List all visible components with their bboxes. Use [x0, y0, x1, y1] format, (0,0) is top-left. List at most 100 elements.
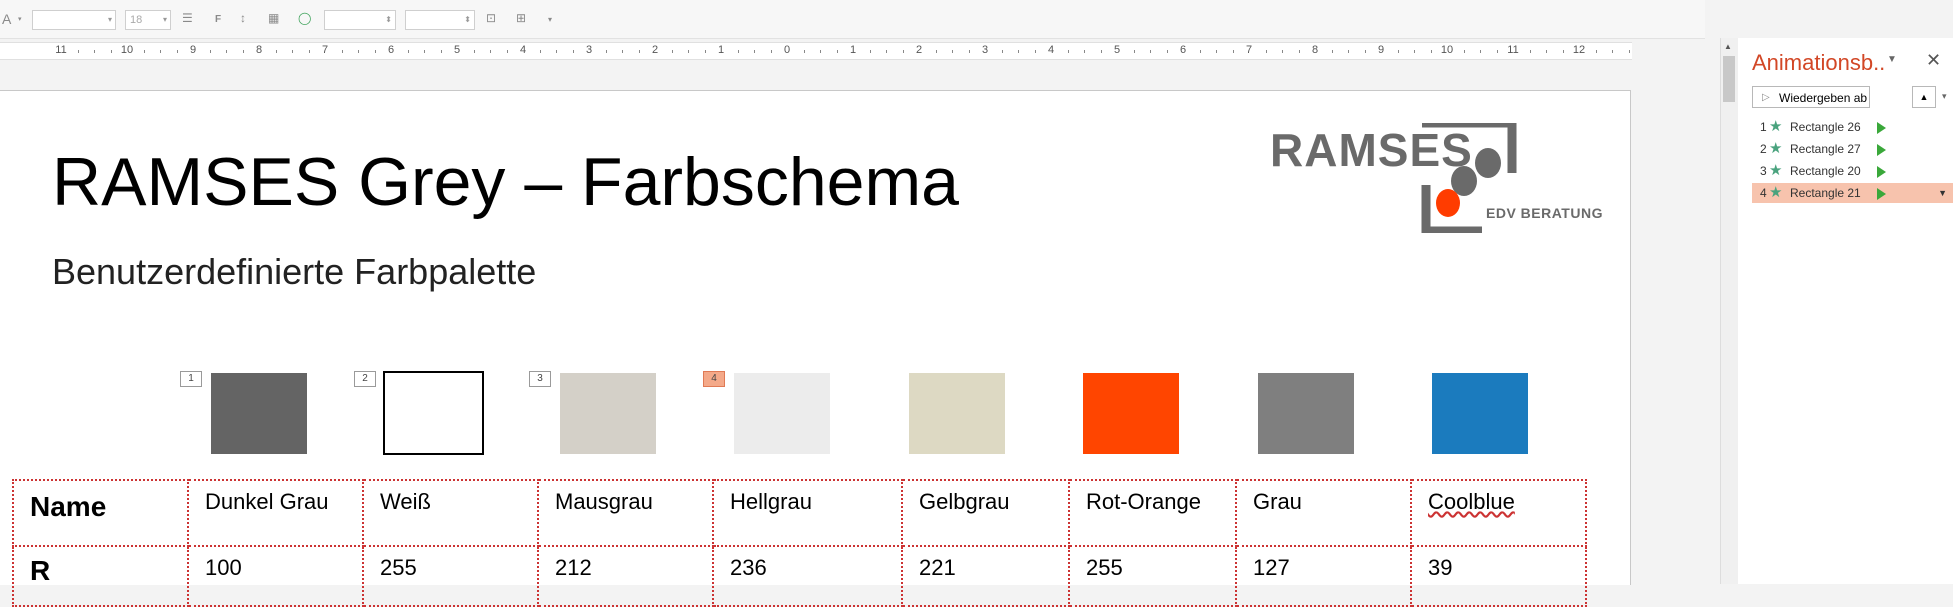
row-label-name: Name: [12, 479, 189, 547]
align-icon[interactable]: ⊡: [486, 11, 496, 25]
font-name-select[interactable]: ▾: [32, 10, 116, 30]
slide-subtitle[interactable]: Benutzerdefinierte Farbpalette: [52, 251, 536, 293]
color-swatch[interactable]: [1258, 373, 1354, 454]
color-swatch[interactable]: [734, 373, 830, 454]
ruler-number: 1: [717, 44, 725, 56]
item-dropdown-icon[interactable]: ▼: [1938, 183, 1947, 203]
ruler-number: 2: [651, 44, 659, 56]
play-icon: [1877, 122, 1886, 134]
ruler-number: 7: [321, 44, 329, 56]
ruler-tick: [1001, 50, 1003, 53]
color-swatch[interactable]: [560, 373, 656, 454]
font-size-select[interactable]: 18 ▾: [125, 10, 171, 30]
ruler-number: 8: [1311, 44, 1319, 56]
ruler-number: 3: [981, 44, 989, 56]
animation-tag[interactable]: 3: [529, 371, 551, 387]
ruler-tick: [1282, 50, 1283, 53]
color-swatch[interactable]: [211, 373, 307, 454]
ruler-tick: [1067, 50, 1069, 53]
color-swatch[interactable]: [909, 373, 1005, 454]
ruler-tick: [1034, 50, 1036, 53]
ruler-number: 9: [189, 44, 197, 56]
ruler-tick: [407, 50, 409, 53]
animation-item[interactable]: 3 ★ Rectangle 20: [1752, 161, 1953, 181]
scrollbar-thumb[interactable]: [1723, 56, 1735, 102]
move-down-icon[interactable]: ▾: [1942, 86, 1947, 106]
ruler-tick: [836, 50, 838, 53]
animation-tag[interactable]: 2: [354, 371, 376, 387]
arrange-icon[interactable]: ▦: [268, 11, 279, 25]
vertical-scrollbar[interactable]: ▲: [1720, 38, 1738, 584]
ruler-number: 0: [783, 44, 791, 56]
color-swatch[interactable]: [1432, 373, 1528, 454]
shape-width-input[interactable]: ⬍: [324, 10, 396, 30]
ruler-tick: [374, 50, 376, 53]
ruler-tick: [275, 50, 277, 53]
color-swatch-selected[interactable]: [383, 371, 484, 455]
table-cell: Coolblue: [1410, 479, 1587, 547]
table-row: R 100 255 212 236 221 255 127 39: [12, 545, 1587, 607]
color-table[interactable]: Name Dunkel Grau Weiß Mausgrau Hellgrau …: [12, 479, 1587, 607]
shape-fill-icon[interactable]: ◯: [298, 11, 311, 25]
table-cell: 39: [1410, 545, 1587, 607]
ruler-number: 4: [519, 44, 527, 56]
ruler-tick: [209, 50, 211, 53]
format-toolbar: A ▾ ▾ 18 ▾ ☰ F ↕ ▦ ◯ ⬍ ⬍ ⊡ ⊞ ▾: [0, 0, 1705, 39]
animation-item[interactable]: 2 ★ Rectangle 27: [1752, 139, 1953, 159]
play-from-button[interactable]: ▷ Wiedergeben ab: [1752, 86, 1870, 108]
more-options-icon[interactable]: ▾: [548, 15, 552, 24]
color-swatch[interactable]: [1083, 373, 1179, 454]
ruler-tick: [1397, 50, 1399, 53]
ruler-tick: [341, 50, 343, 53]
play-icon: [1877, 166, 1886, 178]
line-spacing-icon[interactable]: ↕: [240, 11, 246, 25]
ruler-tick: [77, 50, 79, 53]
table-cell: Gelbgrau: [901, 479, 1070, 547]
bullets-icon[interactable]: ☰: [182, 11, 193, 25]
pane-options-icon[interactable]: ▼: [1887, 54, 1897, 65]
move-up-button[interactable]: ▲: [1912, 86, 1936, 108]
bold-button[interactable]: F: [215, 14, 221, 25]
ruler-tick: [820, 50, 821, 53]
ruler-tick: [506, 50, 508, 53]
animation-tag[interactable]: 1: [180, 371, 202, 387]
font-color-dropdown-icon[interactable]: ▾: [18, 15, 22, 23]
ruler-tick: [1150, 50, 1151, 53]
slide-title[interactable]: RAMSES Grey – Farbschema: [52, 143, 959, 221]
ruler-tick: [1166, 50, 1168, 53]
font-size-value: 18: [130, 14, 143, 26]
ruler-tick: [1018, 50, 1019, 53]
star-icon: ★: [1769, 184, 1783, 201]
shape-height-input[interactable]: ⬍: [405, 10, 475, 30]
font-color-icon[interactable]: A: [2, 11, 11, 27]
animation-item[interactable]: 1 ★ Rectangle 26: [1752, 117, 1953, 137]
ruler-tick: [1480, 50, 1481, 53]
ruler-tick: [754, 50, 755, 53]
ruler-tick: [242, 50, 244, 53]
star-icon: ★: [1769, 118, 1783, 135]
ruler-tick: [1546, 50, 1547, 53]
play-icon: [1877, 144, 1886, 156]
ruler-tick: [1133, 50, 1135, 53]
table-cell: 255: [1068, 545, 1237, 607]
ruler-tick: [308, 50, 310, 53]
play-icon: [1877, 188, 1886, 200]
ruler-tick: [1430, 50, 1432, 53]
ruler-tick: [143, 50, 145, 53]
animation-pane-title: Animationsb..: [1752, 50, 1886, 75]
animation-item-selected[interactable]: 4 ★ Rectangle 21 ▼: [1752, 183, 1953, 203]
ruler-tick: [688, 50, 689, 53]
ruler-tick: [424, 50, 425, 53]
ruler-number: 11: [55, 44, 67, 56]
ruler-tick: [94, 50, 95, 53]
group-icon[interactable]: ⊞: [516, 11, 526, 25]
table-cell: Grau: [1235, 479, 1412, 547]
close-icon[interactable]: ✕: [1926, 50, 1941, 71]
animation-tag-selected[interactable]: 4: [703, 371, 725, 387]
ruler-tick: [1612, 50, 1613, 53]
scroll-up-icon[interactable]: ▲: [1724, 42, 1732, 51]
slide-canvas[interactable]: RAMSES Grey – Farbschema Benutzerdefinie…: [0, 90, 1631, 607]
ruler-tick: [1298, 50, 1300, 53]
horizontal-ruler: 11 10 9 8 7 6 5 4 3 2 1 0 1 2 3 4 5 6 7 8 9 10 11 12: [0, 42, 1632, 60]
ruler-tick: [902, 50, 904, 53]
